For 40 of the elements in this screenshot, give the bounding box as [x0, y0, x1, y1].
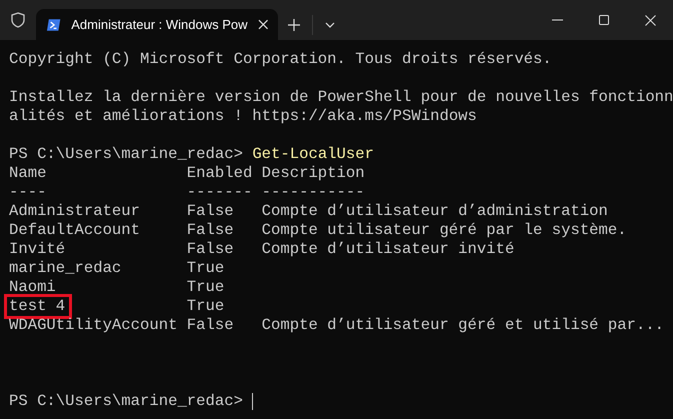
chevron-down-icon[interactable]	[325, 22, 335, 28]
maximize-icon[interactable]	[599, 15, 609, 25]
powershell-icon	[46, 18, 62, 32]
column-rule: ----	[9, 183, 48, 202]
table-cell: Compte d’utilisateur géré et utilisé par...	[262, 316, 664, 335]
table-cell: Invité	[9, 240, 66, 259]
table-cell: Administrateur	[9, 202, 140, 221]
terminal-tab[interactable]: Administrateur : Windows Pow	[36, 9, 278, 40]
table-cell: DefaultAccount	[9, 221, 140, 240]
column-header: Name	[9, 164, 48, 183]
table-cell-text: False	[186, 240, 235, 259]
table-cell: Compte d’utilisateur invité	[262, 240, 514, 259]
table-cell: Compte d’utilisateur d’administration	[262, 202, 608, 221]
shield-icon	[11, 12, 25, 28]
command-text: Get-LocalUser	[252, 145, 374, 164]
close-icon[interactable]	[645, 14, 656, 26]
output-line: Installez la dernière version de PowerShell pour de nouvelles fonctionn	[9, 88, 673, 107]
table-cell-text: False	[186, 316, 235, 335]
prompt-text: PS C:\Users\marine_redac>	[9, 145, 244, 164]
prompt-text: PS C:\Users\marine_redac>	[9, 392, 244, 411]
table-cell-text: False	[186, 202, 235, 221]
column-header: Description	[262, 164, 365, 183]
table-cell-text: True	[186, 278, 226, 297]
minimize-icon[interactable]	[552, 19, 563, 21]
column-rule: -------	[186, 183, 254, 202]
table-cell: WDAGUtilityAccount	[9, 316, 178, 335]
output-line: Copyright (C) Microsoft Corporation. Tous droits réservés.	[9, 50, 552, 69]
table-cell: marine_redac	[9, 259, 122, 278]
add-icon[interactable]	[288, 18, 300, 30]
table-cell: Compte utilisateur géré par le système.	[262, 221, 627, 240]
tab-title: Administrateur : Windows Pow	[71, 16, 248, 34]
column-header: Enabled	[186, 164, 254, 183]
table-cell: test 4	[7, 297, 70, 316]
table-cell-text: True	[186, 297, 226, 316]
column-rule: -----------	[262, 183, 365, 202]
table-cell-text: True	[186, 259, 226, 278]
output-line: alités et améliorations ! https://aka.ms/PSWindows	[9, 107, 477, 126]
table-cell: Naomi	[9, 278, 56, 297]
close-icon[interactable]	[258, 19, 268, 30]
table-cell-text: False	[186, 221, 235, 240]
